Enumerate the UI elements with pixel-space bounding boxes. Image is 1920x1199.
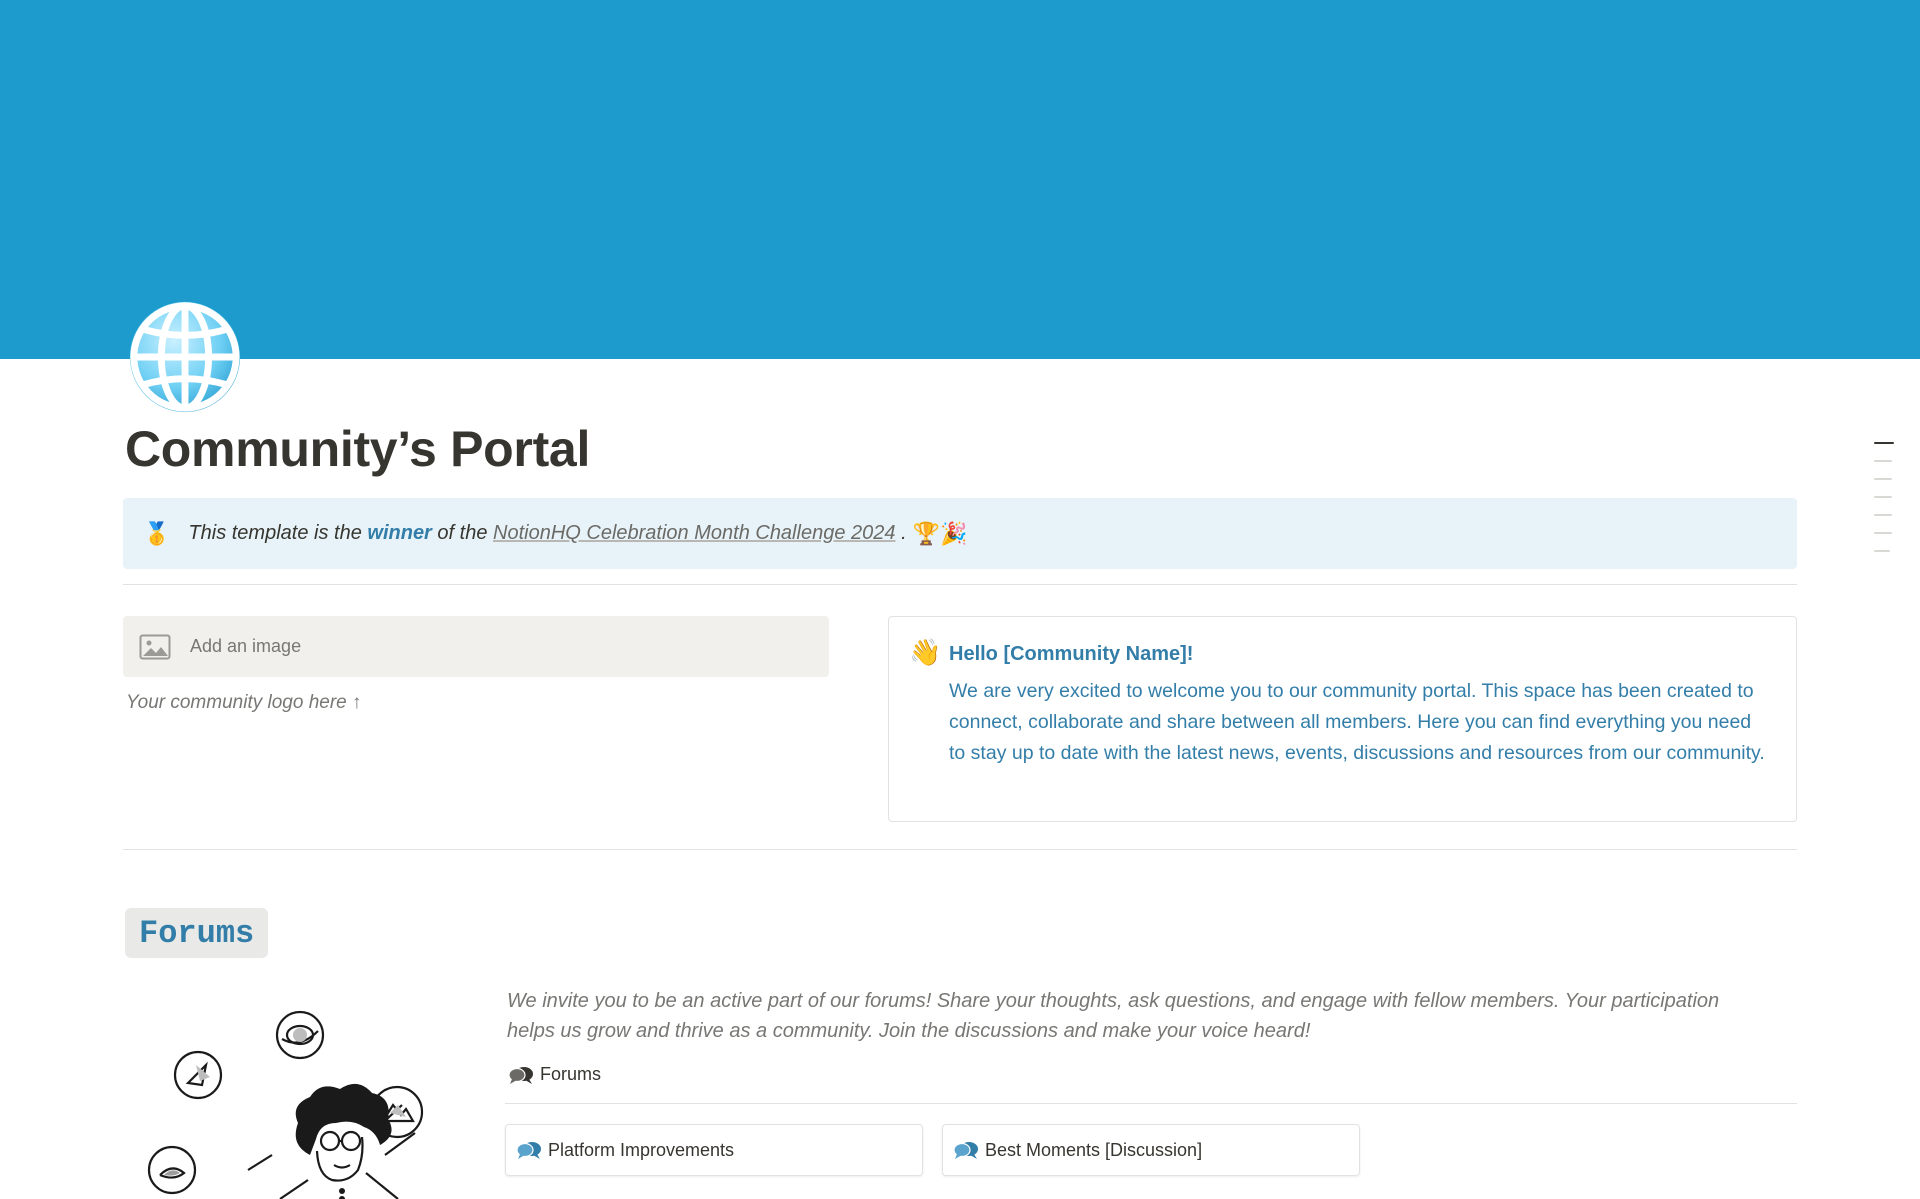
forums-database-link[interactable]: Forums xyxy=(508,1064,601,1085)
page-cover[interactable] xyxy=(0,0,1920,359)
medal-icon: 🥇 xyxy=(143,520,171,546)
toc-marker[interactable] xyxy=(1874,460,1892,462)
forums-heading[interactable]: Forums xyxy=(125,908,269,958)
trophy-party-icon: 🏆🎉 xyxy=(912,520,968,546)
speech-bubbles-icon xyxy=(516,1142,541,1159)
forums-intro-text[interactable]: We invite you to be an active part of ou… xyxy=(507,986,1767,1046)
challenge-link[interactable]: NotionHQ Celebration Month Challenge 202… xyxy=(493,522,895,545)
toc-marker[interactable] xyxy=(1874,496,1892,498)
forum-card-label: Best Moments [Discussion] xyxy=(985,1139,1203,1160)
speech-bubbles-icon xyxy=(953,1142,978,1159)
forum-card-label: Platform Improvements xyxy=(548,1139,735,1160)
logo-caption[interactable]: Your community logo here ↑ xyxy=(126,692,362,714)
toc-marker[interactable] xyxy=(1874,478,1892,480)
divider xyxy=(123,584,1797,585)
toc-marker[interactable] xyxy=(1874,550,1890,552)
table-of-contents-outline[interactable] xyxy=(1874,442,1896,568)
welcome-heading[interactable]: Hello [Community Name]! xyxy=(949,643,1193,666)
speech-bubbles-icon xyxy=(508,1066,533,1084)
divider xyxy=(123,849,1797,850)
welcome-callout: 👋 Hello [Community Name]! We are very ex… xyxy=(888,616,1797,822)
image-icon xyxy=(139,634,171,659)
page-title[interactable]: Community’s Portal xyxy=(125,420,590,478)
add-image-button[interactable]: Add an image xyxy=(123,616,829,677)
person-juggling-illustration xyxy=(147,1010,424,1199)
winner-callout: 🥇 This template is the winner of the Not… xyxy=(123,498,1797,569)
divider xyxy=(505,1103,1797,1104)
forum-card-platform-improvements[interactable]: Platform Improvements xyxy=(505,1124,923,1176)
waving-hand-icon: 👋 xyxy=(909,637,942,667)
forum-card-best-moments[interactable]: Best Moments [Discussion] xyxy=(942,1124,1360,1176)
toc-marker[interactable] xyxy=(1874,532,1892,534)
toc-marker[interactable] xyxy=(1874,514,1892,516)
forums-link-label: Forums xyxy=(540,1064,602,1084)
add-image-label: Add an image xyxy=(190,636,302,656)
welcome-body[interactable]: We are very excited to welcome you to ou… xyxy=(949,676,1769,769)
callout-winner-text: winner xyxy=(367,522,432,544)
callout-text-before: This template is the xyxy=(188,522,362,544)
toc-marker[interactable] xyxy=(1874,442,1894,444)
callout-text-after: . xyxy=(901,522,907,544)
callout-text-middle: of the xyxy=(437,522,488,544)
globe-icon[interactable] xyxy=(126,298,244,416)
